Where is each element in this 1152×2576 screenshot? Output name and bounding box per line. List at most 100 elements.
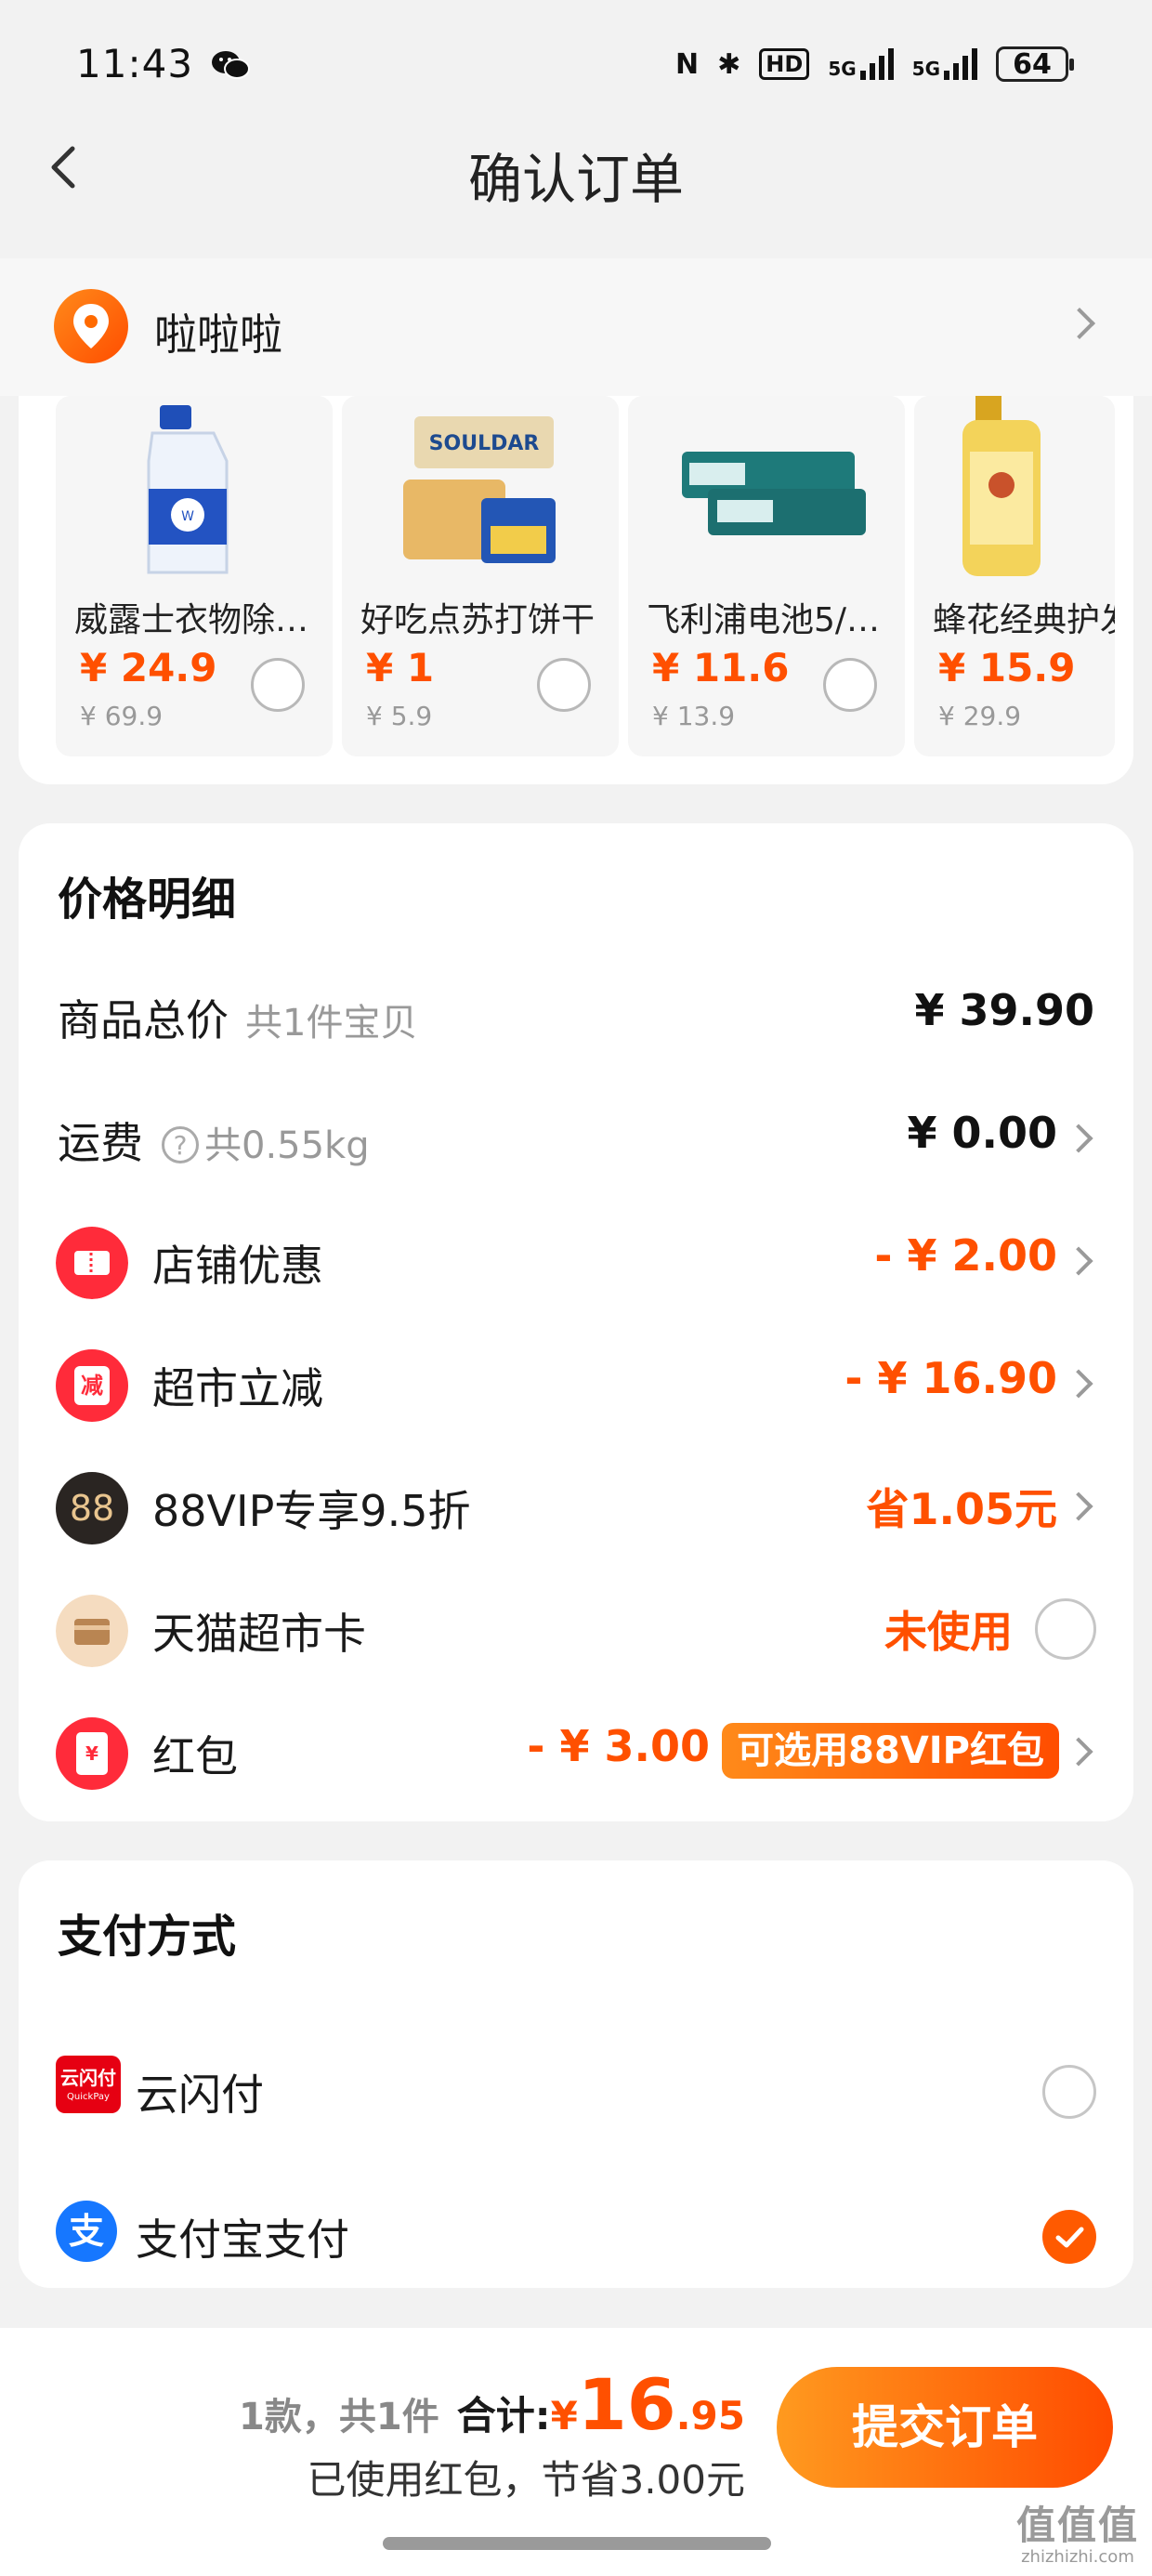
- status-time: 11:43: [76, 41, 194, 86]
- chevron-right-icon: [1064, 1124, 1093, 1153]
- store-discount-label: 店铺优惠: [152, 1241, 323, 1291]
- product-original-price: ¥ 29.9: [938, 701, 1022, 731]
- price-row-supermarket-discount[interactable]: 减 超市立减 - ¥ 16.90: [19, 1333, 1133, 1435]
- alipay-icon: 支: [56, 2201, 117, 2262]
- status-icons: N ✱ HD 5G 5G 64: [675, 46, 1074, 82]
- unionpay-quickpass-icon: 云闪付 QuickPay: [56, 2056, 121, 2113]
- address-selector[interactable]: 啦啦啦: [0, 258, 1152, 396]
- product-image-conditioner: [914, 396, 1115, 582]
- product-image-batteries: [628, 396, 905, 582]
- price-row-tmall-card[interactable]: 天猫超市卡 未使用: [19, 1578, 1133, 1680]
- home-indicator[interactable]: [383, 2537, 771, 2550]
- product-price: ¥ 15.9: [938, 645, 1076, 690]
- 88vip-saving: 省1.05元: [866, 1484, 1058, 1534]
- tmall-card-label: 天猫超市卡: [152, 1609, 366, 1659]
- battery-icon: 64: [996, 46, 1074, 82]
- submit-order-button[interactable]: 提交订单: [777, 2367, 1113, 2488]
- product-price: ¥ 11.6: [652, 645, 790, 690]
- question-circle-icon[interactable]: ?: [162, 1126, 199, 1163]
- price-row-red-packet[interactable]: ¥ 红包 - ¥ 3.00 可选用88VIP红包: [19, 1701, 1133, 1803]
- tmall-card-radio[interactable]: [1035, 1598, 1096, 1660]
- product-recommendations: W 威露士衣物除菌液 ¥ 24.9 ¥ 69.9 SOULDAR 好吃点苏打饼干…: [19, 396, 1133, 784]
- item-count: 1款，共1件: [239, 2396, 439, 2438]
- shipping-value: ¥ 0.00: [907, 1108, 1057, 1158]
- chevron-right-icon: [1064, 1492, 1093, 1521]
- chevron-right-icon: [1064, 1737, 1093, 1767]
- store-discount-value: - ¥ 2.00: [874, 1230, 1057, 1281]
- watermark: 值值值 zhizhizhi.com: [1016, 2494, 1139, 2567]
- bluetooth-icon: ✱: [717, 47, 741, 81]
- product-image-crackers: SOULDAR: [342, 396, 619, 582]
- red-packet-value: - ¥ 3.00: [527, 1721, 710, 1771]
- chevron-right-icon: [1064, 1369, 1093, 1399]
- product-card[interactable]: SOULDAR 好吃点苏打饼干 ¥ 1 ¥ 5.9: [342, 396, 619, 756]
- product-name: 好吃点苏打饼干: [360, 601, 596, 639]
- 5g-signal-icon: 5G: [828, 48, 894, 80]
- product-original-price: ¥ 5.9: [366, 701, 433, 731]
- vip-red-packet-tag[interactable]: 可选用88VIP红包: [722, 1723, 1059, 1779]
- address-name: 啦啦啦: [154, 309, 282, 360]
- product-name: 蜂花经典护发素: [933, 601, 1115, 639]
- subtotal-count: 共1件宝贝: [245, 1002, 418, 1045]
- product-price: ¥ 24.9: [80, 645, 217, 690]
- price-detail-title: 价格明细: [58, 874, 237, 926]
- shipping-label: 运费: [58, 1118, 143, 1168]
- product-card[interactable]: 蜂花经典护发素 ¥ 15.9 ¥ 29.9: [914, 396, 1115, 756]
- discount-badge-icon: 减: [56, 1349, 128, 1422]
- watermark-url: zhizhizhi.com: [1021, 2547, 1134, 2567]
- product-select-radio[interactable]: [251, 658, 305, 712]
- product-original-price: ¥ 13.9: [652, 701, 736, 731]
- price-row-88vip[interactable]: 88 88VIP专享9.5折 省1.05元: [19, 1455, 1133, 1557]
- product-original-price: ¥ 69.9: [80, 701, 164, 731]
- hd-icon: HD: [759, 48, 810, 80]
- payment-method-card: 支付方式 云闪付 QuickPay 云闪付 支 支付宝支付: [19, 1860, 1133, 2288]
- total-integer: 16: [577, 2363, 676, 2446]
- svg-text:SOULDAR: SOULDAR: [429, 432, 540, 455]
- product-card[interactable]: W 威露士衣物除菌液 ¥ 24.9 ¥ 69.9: [56, 396, 333, 756]
- subtotal-label: 商品总价: [58, 995, 229, 1045]
- watermark-logo: 值值值: [1015, 2503, 1139, 2548]
- supermarket-discount-value: - ¥ 16.90: [844, 1353, 1057, 1403]
- chevron-right-icon: [1064, 308, 1095, 339]
- 88vip-label: 88VIP专享9.5折: [152, 1486, 471, 1536]
- price-detail-card: 价格明细 商品总价 共1件宝贝 ¥ 39.90 运费? 共0.55kg ¥ 0.00…: [19, 823, 1133, 1821]
- product-price: ¥ 1: [366, 645, 435, 690]
- red-packet-icon: ¥: [56, 1717, 128, 1790]
- chevron-right-icon: [1064, 1246, 1093, 1276]
- status-bar: 11:43 N ✱ HD 5G 5G 64: [0, 0, 1152, 139]
- price-row-shipping[interactable]: 运费? 共0.55kg ¥ 0.00: [19, 1087, 1133, 1189]
- red-packet-label: 红包: [152, 1731, 238, 1781]
- total-label: 合计:: [456, 2393, 551, 2438]
- product-select-radio[interactable]: [537, 658, 591, 712]
- price-row-store-discount[interactable]: 店铺优惠 - ¥ 2.00: [19, 1210, 1133, 1312]
- price-row-subtotal: 商品总价 共1件宝贝 ¥ 39.90: [19, 965, 1133, 1067]
- subtotal-value: ¥ 39.90: [914, 985, 1094, 1035]
- 88vip-icon: 88: [56, 1472, 128, 1544]
- 5g-signal-icon: 5G: [912, 48, 977, 80]
- shipping-weight: 共0.55kg: [204, 1124, 370, 1167]
- wechat-icon: [212, 51, 250, 79]
- ticket-icon: [56, 1227, 128, 1299]
- product-card[interactable]: 飞利浦电池5/7号 ¥ 11.6 ¥ 13.9: [628, 396, 905, 756]
- payment-option-alipay[interactable]: 支 支付宝支付: [19, 2191, 1133, 2284]
- unionpay-radio[interactable]: [1042, 2065, 1096, 2119]
- page-title: 确认订单: [467, 148, 684, 211]
- total-decimal: .95: [675, 2393, 745, 2438]
- order-summary: 1款，共1件 合计:¥16.95: [239, 2363, 745, 2446]
- tmall-card-status: 未使用: [884, 1607, 1013, 1657]
- supermarket-discount-label: 超市立减: [152, 1363, 323, 1413]
- card-icon: [56, 1595, 128, 1667]
- product-select-radio[interactable]: [823, 658, 877, 712]
- alipay-label: 支付宝支付: [136, 2215, 349, 2265]
- total-currency: ¥: [550, 2393, 578, 2438]
- payment-option-unionpay[interactable]: 云闪付 QuickPay 云闪付: [19, 2046, 1133, 2139]
- svg-text:W: W: [181, 509, 194, 524]
- location-pin-icon: [54, 289, 128, 363]
- header: 确认订单: [0, 121, 1152, 214]
- product-name: 威露士衣物除菌液: [74, 601, 325, 639]
- nfc-icon: N: [675, 47, 700, 81]
- unionpay-label: 云闪付: [136, 2070, 264, 2120]
- alipay-radio-checked[interactable]: [1042, 2210, 1096, 2264]
- payment-title: 支付方式: [58, 1911, 237, 1963]
- product-image-disinfectant: W: [56, 396, 333, 582]
